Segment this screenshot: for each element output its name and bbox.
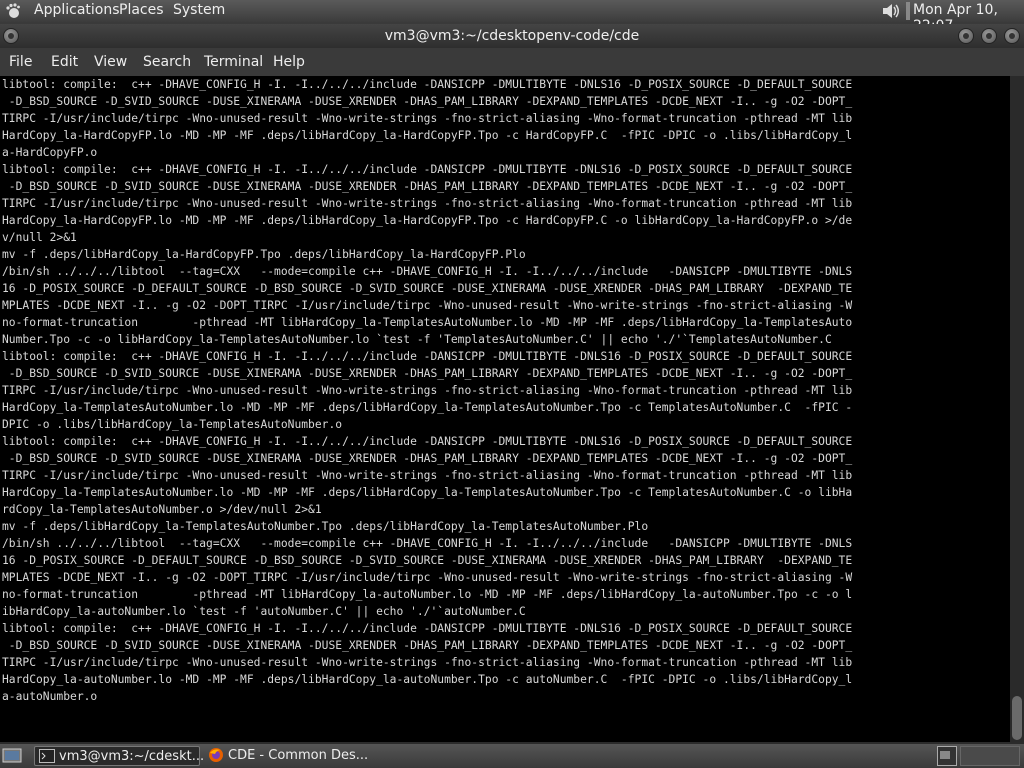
terminal-line: Number.Tpo -c -o libHardCopy_la-Template… <box>2 333 832 346</box>
terminal-line: TIRPC -I/usr/include/tirpc -Wno-unused-r… <box>2 197 853 210</box>
terminal-line: HardCopy_la-HardCopyFP.lo -MD -MP -MF .d… <box>2 129 853 142</box>
menu-file[interactable]: File <box>9 54 32 70</box>
terminal-line: TIRPC -I/usr/include/tirpc -Wno-unused-r… <box>2 656 853 669</box>
minimize-button[interactable] <box>958 28 974 44</box>
terminal-line: HardCopy_la-TemplatesAutoNumber.lo -MD -… <box>2 486 853 499</box>
terminal-line: v/null 2>&1 <box>2 231 77 244</box>
gnome-foot-icon[interactable] <box>5 3 21 19</box>
terminal-line: no-format-truncation -pthread -MT libHar… <box>2 588 853 601</box>
terminal-icon <box>39 749 55 763</box>
terminal-line: rdCopy_la-TemplatesAutoNumber.o >/dev/nu… <box>2 503 322 516</box>
menu-search[interactable]: Search <box>143 54 191 70</box>
show-desktop-icon[interactable] <box>2 747 22 765</box>
menu-help[interactable]: Help <box>273 54 305 70</box>
menu-terminal[interactable]: Terminal <box>204 54 263 70</box>
terminal-scrollbar[interactable] <box>1010 76 1024 742</box>
terminal-line: no-format-truncation -pthread -MT libHar… <box>2 316 853 329</box>
window-title: vm3@vm3:~/cdesktopenv-code/cde <box>384 28 640 44</box>
window-titlebar[interactable]: vm3@vm3:~/cdesktopenv-code/cde <box>0 24 1024 48</box>
terminal-line: libtool: compile: c++ -DHAVE_CONFIG_H -I… <box>2 78 853 91</box>
terminal-line: TIRPC -I/usr/include/tirpc -Wno-unused-r… <box>2 469 853 482</box>
workspace-area[interactable] <box>960 746 1020 766</box>
terminal-line: libtool: compile: c++ -DHAVE_CONFIG_H -I… <box>2 435 853 448</box>
taskbar-item-firefox[interactable]: CDE - Common Des... <box>204 746 374 766</box>
terminal-line: TIRPC -I/usr/include/tirpc -Wno-unused-r… <box>2 112 853 125</box>
terminal-line: libtool: compile: c++ -DHAVE_CONFIG_H -I… <box>2 622 853 635</box>
top-panel: Applications Places System Mon Apr 10, 2… <box>0 0 1024 34</box>
bottom-panel: vm3@vm3:~/cdeskt... CDE - Common Des... <box>0 744 1024 768</box>
taskbar-item-terminal[interactable]: vm3@vm3:~/cdeskt... <box>34 746 204 766</box>
terminal-line: -D_BSD_SOURCE -D_SVID_SOURCE -DUSE_XINER… <box>2 180 853 193</box>
terminal-line: HardCopy_la-TemplatesAutoNumber.lo -MD -… <box>2 401 853 414</box>
terminal-line: HardCopy_la-autoNumber.lo -MD -MP -MF .d… <box>2 673 853 686</box>
terminal-line: 16 -D_POSIX_SOURCE -D_DEFAULT_SOURCE -D_… <box>2 282 853 295</box>
terminal-line: -D_BSD_SOURCE -D_SVID_SOURCE -DUSE_XINER… <box>2 452 853 465</box>
terminal-line: mv -f .deps/libHardCopy_la-TemplatesAuto… <box>2 520 649 533</box>
tray-separator <box>906 2 910 20</box>
menubar: File Edit View Search Terminal Help <box>0 48 1024 76</box>
firefox-icon <box>209 748 223 762</box>
terminal-line: TIRPC -I/usr/include/tirpc -Wno-unused-r… <box>2 384 853 397</box>
applications-menu[interactable]: Applications <box>34 2 120 18</box>
terminal-line: -D_BSD_SOURCE -D_SVID_SOURCE -DUSE_XINER… <box>2 639 853 652</box>
terminal-line: ibHardCopy_la-autoNumber.lo `test -f 'au… <box>2 605 526 618</box>
menu-edit[interactable]: Edit <box>51 54 78 70</box>
taskbar-item-label: vm3@vm3:~/cdeskt... <box>59 749 205 764</box>
terminal-line: -D_BSD_SOURCE -D_SVID_SOURCE -DUSE_XINER… <box>2 367 853 380</box>
terminal-line: -D_BSD_SOURCE -D_SVID_SOURCE -DUSE_XINER… <box>2 95 853 108</box>
terminal-line: MPLATES -DCDE_NEXT -I.. -g -O2 -DOPT_TIR… <box>2 299 853 312</box>
terminal-line: a-HardCopyFP.o <box>2 146 98 159</box>
terminal-text: libtool: compile: c++ -DHAVE_CONFIG_H -I… <box>2 76 1008 705</box>
close-button[interactable] <box>1004 28 1020 44</box>
maximize-button[interactable] <box>981 28 997 44</box>
terminal-line: 16 -D_POSIX_SOURCE -D_DEFAULT_SOURCE -D_… <box>2 554 853 567</box>
terminal-line: /bin/sh ../../../libtool --tag=CXX --mod… <box>2 537 853 550</box>
terminal-line: HardCopy_la-HardCopyFP.lo -MD -MP -MF .d… <box>2 214 853 227</box>
terminal-output[interactable]: libtool: compile: c++ -DHAVE_CONFIG_H -I… <box>0 76 1010 742</box>
places-menu[interactable]: Places <box>119 2 164 18</box>
scrollbar-thumb[interactable] <box>1012 696 1022 740</box>
menu-view[interactable]: View <box>94 54 127 70</box>
terminal-line: libtool: compile: c++ -DHAVE_CONFIG_H -I… <box>2 163 853 176</box>
terminal-line: MPLATES -DCDE_NEXT -I.. -g -O2 -DOPT_TIR… <box>2 571 853 584</box>
system-menu[interactable]: System <box>173 2 225 18</box>
terminal-line: a-autoNumber.o <box>2 690 98 703</box>
terminal-window: vm3@vm3:~/cdesktopenv-code/cde File Edit… <box>0 24 1024 744</box>
terminal-line: DPIC -o .libs/libHardCopy_la-TemplatesAu… <box>2 418 343 431</box>
terminal-line: /bin/sh ../../../libtool --tag=CXX --mod… <box>2 265 853 278</box>
terminal-line: mv -f .deps/libHardCopy_la-HardCopyFP.Tp… <box>2 248 526 261</box>
taskbar-item-label: CDE - Common Des... <box>228 748 369 763</box>
volume-icon[interactable] <box>880 1 902 21</box>
workspace-switcher-icon[interactable] <box>937 746 957 766</box>
terminal-line: libtool: compile: c++ -DHAVE_CONFIG_H -I… <box>2 350 853 363</box>
